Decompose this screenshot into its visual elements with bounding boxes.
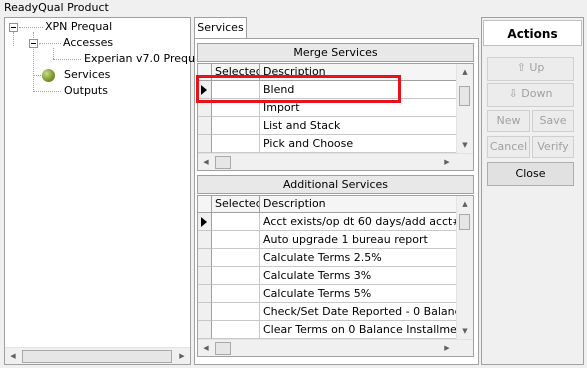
description-cell[interactable]: Calculate Terms 3%	[260, 267, 458, 285]
scroll-right-icon[interactable]: ▶	[439, 340, 455, 356]
arrow-up-icon: ⇧	[516, 61, 526, 74]
scroll-right-icon[interactable]: ▶	[174, 348, 190, 364]
collapse-accesses-icon[interactable]	[29, 39, 38, 48]
down-button[interactable]: ⇩ Down	[487, 83, 574, 107]
selected-cell[interactable]	[212, 213, 260, 231]
selected-cell[interactable]	[212, 249, 260, 267]
scroll-up-icon[interactable]: ▲	[457, 64, 473, 80]
tree-node-outputs[interactable]: Outputs	[64, 84, 108, 98]
tree-node-xpn-prequal[interactable]: XPN Prequal	[45, 20, 112, 34]
merge-vscrollbar[interactable]: ▲ ▼	[456, 64, 473, 153]
selected-cell[interactable]	[212, 135, 260, 153]
selected-cell[interactable]	[212, 267, 260, 285]
additional-hscrollbar[interactable]: ◀ ▶	[198, 339, 473, 356]
additional-services-header: Additional Services	[197, 175, 474, 194]
additional-vscrollbar[interactable]: ▲ ▼	[456, 196, 473, 339]
selected-cell[interactable]	[212, 321, 260, 339]
scroll-left-icon[interactable]: ◀	[198, 154, 214, 170]
window-title: ReadyQual Product	[4, 1, 109, 14]
verify-button[interactable]: Verify	[532, 136, 574, 158]
scroll-right-icon[interactable]: ▶	[439, 154, 455, 170]
additional-col-description[interactable]: Description	[260, 196, 458, 213]
additional-col-selected[interactable]: Selected	[212, 196, 260, 213]
description-cell[interactable]: Calculate Terms 5%	[260, 285, 458, 303]
product-tree[interactable]: XPN Prequal Accesses Experian v7.0 Prequ…	[4, 17, 202, 365]
current-row-icon	[201, 217, 207, 227]
description-cell[interactable]: Clear Terms on 0 Balance Installment Ac	[260, 321, 458, 339]
tab-services[interactable]: Services	[194, 17, 247, 39]
close-button[interactable]: Close	[487, 162, 574, 186]
additional-services-grid[interactable]: Selected Description Acct exists/op dt 6…	[197, 195, 474, 357]
scroll-left-icon[interactable]: ◀	[5, 348, 21, 364]
tree-node-experian[interactable]: Experian v7.0 Prequa	[84, 52, 202, 66]
description-cell[interactable]: Acct exists/op dt 60 days/add acct# to l	[260, 213, 458, 231]
scroll-down-icon[interactable]: ▼	[457, 323, 473, 339]
tree-node-accesses[interactable]: Accesses	[63, 36, 113, 50]
up-button[interactable]: ⇧ Up	[487, 57, 574, 81]
description-cell[interactable]: Calculate Terms 2.5%	[260, 249, 458, 267]
arrow-down-icon: ⇩	[508, 87, 518, 100]
description-cell[interactable]: Pick and Choose	[260, 135, 458, 153]
service-node-icon	[42, 69, 55, 82]
merge-hscrollbar[interactable]: ◀ ▶	[198, 153, 473, 170]
selected-cell[interactable]	[212, 303, 260, 321]
selected-cell[interactable]	[212, 117, 260, 135]
scroll-down-icon[interactable]: ▼	[457, 137, 473, 153]
new-button[interactable]: New	[487, 110, 530, 132]
description-cell[interactable]: List and Stack	[260, 117, 458, 135]
actions-title: Actions	[483, 20, 582, 46]
merge-services-header: Merge Services	[197, 43, 474, 62]
highlight-annotation	[196, 75, 401, 103]
merge-hscroll-thumb[interactable]	[215, 156, 231, 169]
additional-vscroll-thumb[interactable]	[459, 214, 470, 230]
collapse-root-icon[interactable]	[9, 23, 18, 32]
selected-cell[interactable]	[212, 231, 260, 249]
description-cell[interactable]: Auto upgrade 1 bureau report	[260, 231, 458, 249]
merge-vscroll-thumb[interactable]	[459, 86, 470, 106]
description-cell[interactable]: Check/Set Date Reported - 0 Balance; >	[260, 303, 458, 321]
tree-hscrollbar[interactable]: ◀ ▶	[5, 347, 190, 364]
tree-scroll-thumb[interactable]	[22, 350, 172, 363]
scroll-left-icon[interactable]: ◀	[198, 340, 214, 356]
selected-cell[interactable]	[212, 285, 260, 303]
additional-hscroll-thumb[interactable]	[215, 342, 231, 355]
tree-node-services[interactable]: Services	[64, 68, 110, 82]
scroll-up-icon[interactable]: ▲	[457, 196, 473, 212]
save-button[interactable]: Save	[532, 110, 574, 132]
cancel-button[interactable]: Cancel	[487, 136, 530, 158]
